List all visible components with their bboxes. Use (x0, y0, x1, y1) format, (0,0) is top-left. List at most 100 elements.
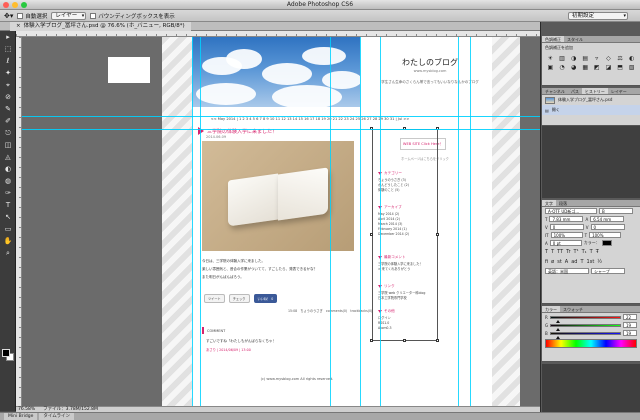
tab-swatches[interactable]: スウォッチ (560, 306, 586, 312)
color-lookup-icon[interactable]: ◕ (568, 64, 579, 72)
lasso-tool-icon[interactable]: ℓ (3, 57, 13, 66)
blue-slider[interactable] (549, 331, 621, 339)
gradient-tool-icon[interactable]: ◐ (3, 165, 13, 174)
small-caps-icon[interactable]: Tr (566, 249, 570, 255)
tab-history[interactable]: ヒストリー (581, 88, 608, 94)
blue-field[interactable]: 19 (623, 330, 637, 336)
tab-color[interactable]: カラー (542, 306, 560, 312)
zoom-tool-icon[interactable]: ⌕ (3, 249, 13, 258)
language-select[interactable]: 英語：米国 (545, 268, 589, 274)
threshold-icon[interactable]: ◪ (603, 64, 614, 72)
discretionary-icon[interactable]: st (557, 259, 562, 265)
superscript-icon[interactable]: T¹ (574, 249, 579, 255)
quick-select-tool-icon[interactable]: ✦ (3, 69, 13, 78)
antialias-select[interactable]: シャープ (591, 268, 625, 274)
green-field[interactable]: 19 (623, 322, 637, 328)
tab-timeline[interactable]: タイムライン (39, 413, 75, 420)
document-canvas[interactable]: わたしのブログ www.mysblog.com 学生さん生命のさくらん帯で言って… (22, 37, 540, 406)
transform-handle[interactable] (403, 339, 406, 342)
shape-tool-icon[interactable]: ▭ (3, 225, 13, 234)
healing-brush-tool-icon[interactable]: ✎ (3, 105, 13, 114)
path-select-tool-icon[interactable]: ↖ (3, 213, 13, 222)
tab-paths[interactable]: パス (568, 88, 582, 94)
vertical-scale-field[interactable]: 100% (550, 232, 583, 238)
history-snapshot[interactable]: 体験入学ブログ_冨坪さん.psd (542, 95, 640, 105)
kerning-field[interactable]: 0 (549, 224, 584, 230)
subscript-icon[interactable]: T₁ (582, 249, 587, 255)
clone-stamp-tool-icon[interactable]: ⎋ (3, 129, 13, 138)
swash-icon[interactable]: A (565, 259, 568, 265)
dodge-tool-icon[interactable]: ◍ (3, 177, 13, 186)
text-color-swatch[interactable] (601, 240, 612, 246)
guide-line[interactable] (360, 37, 361, 406)
type-tool-icon[interactable]: T (3, 201, 13, 210)
baseline-shift-field[interactable]: 0 pt (549, 240, 582, 246)
exposure-icon[interactable]: ▤ (580, 55, 591, 63)
eyedropper-tool-icon[interactable]: ⊘ (3, 93, 13, 102)
auto-select-checkbox[interactable]: 自動選択 (17, 12, 47, 20)
all-caps-icon[interactable]: TT (557, 249, 563, 255)
guide-line[interactable] (458, 37, 459, 406)
selective-color-icon[interactable]: ▧ (626, 64, 637, 72)
vibrance-icon[interactable]: ▿ (592, 55, 603, 63)
titling-icon[interactable]: T (580, 259, 583, 265)
hand-tool-icon[interactable]: ✋ (3, 237, 13, 246)
black-white-icon[interactable]: ◐ (626, 55, 637, 63)
guide-line[interactable] (192, 37, 193, 406)
crop-tool-icon[interactable]: ⌖ (3, 81, 13, 90)
tab-character[interactable]: 文字 (542, 200, 556, 206)
show-bounds-checkbox[interactable]: バウンディングボックスを表示 (90, 12, 175, 20)
invert-icon[interactable]: ▦ (580, 64, 591, 72)
channel-mixer-icon[interactable]: ◔ (557, 64, 568, 72)
guide-line[interactable] (200, 37, 201, 406)
horizontal-scale-field[interactable]: 100% (589, 232, 622, 238)
foreground-color-swatch[interactable] (2, 349, 10, 357)
tab-styles[interactable]: スタイル (564, 36, 586, 42)
brightness-icon[interactable]: ☀ (545, 55, 556, 63)
leading-field[interactable]: 6.54 mm (590, 216, 625, 222)
tab-paragraph[interactable]: 段落 (556, 200, 570, 206)
gradient-map-icon[interactable]: ⬒ (615, 64, 626, 72)
ordinal-icon[interactable]: 1st (587, 259, 595, 265)
font-family-select[interactable]: A-OTF UD新ゴ... (545, 208, 597, 214)
guide-line[interactable] (22, 116, 540, 117)
history-brush-tool-icon[interactable]: ◫ (3, 141, 13, 150)
hue-saturation-icon[interactable]: ◇ (603, 55, 614, 63)
font-style-select[interactable]: B (599, 208, 633, 214)
brush-tool-icon[interactable]: ✐ (3, 117, 13, 126)
history-item[interactable]: ▤ 開く (542, 105, 640, 115)
photo-filter-icon[interactable]: ▣ (545, 64, 556, 72)
tab-adjustments[interactable]: 色調補正 (542, 36, 564, 42)
move-tool-icon[interactable]: ▸ (3, 33, 13, 42)
levels-icon[interactable]: ▥ (557, 55, 568, 63)
ligature-icon[interactable]: fi (545, 259, 548, 265)
transform-handle[interactable] (370, 339, 373, 342)
tracking-field[interactable]: 0 (590, 224, 625, 230)
color-spectrum-bar[interactable] (545, 339, 637, 348)
transform-handle[interactable] (370, 233, 373, 236)
curves-icon[interactable]: ◑ (568, 55, 579, 63)
color-balance-icon[interactable]: ⚖ (615, 55, 626, 63)
transform-handle[interactable] (436, 233, 439, 236)
guide-line[interactable] (330, 37, 331, 406)
fraction-icon[interactable]: ½ (597, 259, 602, 265)
guide-line[interactable] (470, 37, 471, 406)
tab-mini-bridge[interactable]: Mini Bridge (4, 413, 38, 420)
move-tool-icon[interactable]: ✥▾ (4, 12, 13, 20)
red-field[interactable]: 22 (623, 314, 637, 320)
guide-line[interactable] (22, 129, 540, 130)
eraser-tool-icon[interactable]: ◬ (3, 153, 13, 162)
close-icon[interactable]: × (16, 22, 21, 31)
tab-channels[interactable]: チャンネル (542, 88, 568, 94)
green-slider[interactable] (550, 323, 621, 331)
stylistic-icon[interactable]: ad (571, 259, 577, 265)
marquee-tool-icon[interactable]: ⬚ (3, 45, 13, 54)
auto-select-target-dropdown[interactable]: レイヤー (51, 11, 87, 20)
posterize-icon[interactable]: ◩ (592, 64, 603, 72)
strikethrough-icon[interactable]: Ŧ (596, 249, 599, 255)
tab-layers[interactable]: レイヤー (608, 88, 630, 94)
faux-italic-icon[interactable]: T (551, 249, 554, 255)
red-slider[interactable] (549, 315, 621, 323)
transform-bounding-box[interactable] (372, 129, 438, 341)
alternate-icon[interactable]: ø (551, 259, 554, 265)
